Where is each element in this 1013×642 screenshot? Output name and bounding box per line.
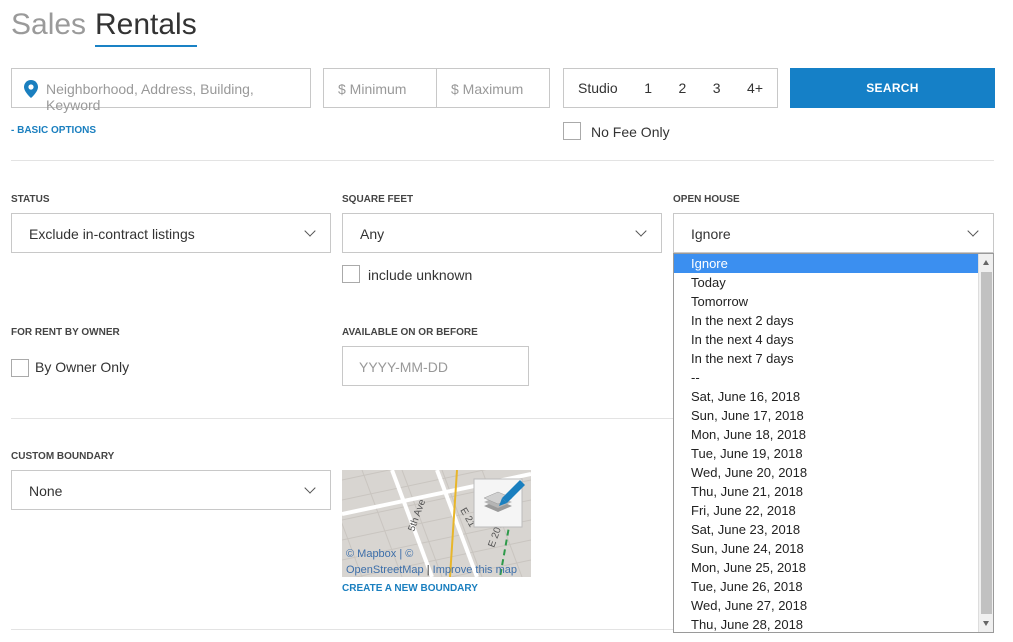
create-boundary-link[interactable]: CREATE A NEW BOUNDARY [342, 583, 478, 594]
map-pin-icon [24, 80, 38, 98]
price-range: $ Minimum $ Maximum [323, 68, 550, 108]
dropdown-option[interactable]: -- [674, 368, 993, 387]
status-value: Exclude in-contract listings [29, 226, 195, 242]
beds-studio[interactable]: Studio [578, 80, 618, 96]
dropdown-option[interactable]: Fri, June 22, 2018 [674, 501, 993, 520]
dropdown-option[interactable]: Thu, June 28, 2018 [674, 615, 993, 632]
beds-2[interactable]: 2 [678, 80, 686, 96]
scroll-up-arrow-icon[interactable] [983, 260, 989, 265]
boundary-label: CUSTOM BOUNDARY [11, 451, 115, 462]
location-search-input[interactable]: Neighborhood, Address, Building, Keyword [11, 68, 311, 113]
scroll-thumb[interactable] [981, 272, 992, 614]
open-house-select[interactable]: Ignore [673, 213, 994, 253]
tab-rentals[interactable]: Rentals [95, 8, 197, 47]
search-button[interactable]: SEARCH [790, 68, 995, 108]
dropdown-option[interactable]: Wed, June 27, 2018 [674, 596, 993, 615]
dropdown-option[interactable]: In the next 4 days [674, 330, 993, 349]
beds-1[interactable]: 1 [644, 80, 652, 96]
chevron-down-icon [635, 225, 647, 237]
location-placeholder: Neighborhood, Address, Building, Keyword [46, 81, 254, 113]
boundary-value: None [29, 483, 63, 499]
dropdown-option[interactable]: Sun, June 17, 2018 [674, 406, 993, 425]
dropdown-option[interactable]: In the next 7 days [674, 349, 993, 368]
bedrooms-selector: Studio 1 2 3 4+ [563, 68, 778, 108]
sqft-value: Any [360, 226, 385, 242]
chevron-down-icon [967, 225, 979, 237]
by-owner-label: FOR RENT BY OWNER [11, 327, 120, 338]
dropdown-options: Ignore Today Tomorrow In the next 2 days In … [674, 254, 993, 632]
dropdown-option[interactable]: In the next 2 days [674, 311, 993, 330]
tab-sales[interactable]: Sales [11, 8, 86, 42]
no-fee-checkbox[interactable] [563, 122, 581, 140]
dropdown-option[interactable]: Sun, June 24, 2018 [674, 539, 993, 558]
by-owner-option-label: By Owner Only [35, 359, 130, 375]
improve-map-link[interactable]: Improve this map [433, 564, 517, 576]
beds-4plus[interactable]: 4+ [747, 80, 763, 96]
map-credit-osm[interactable]: OpenStreetMap [346, 564, 424, 576]
sqft-select[interactable]: Any [342, 213, 662, 253]
boundary-map-thumbnail[interactable]: 5th Ave E 21 E 20th St © Mapbox | © Open… [342, 470, 531, 577]
chevron-down-icon [304, 225, 316, 237]
date-placeholder: YYYY-MM-DD [359, 359, 448, 375]
price-max-input[interactable]: $ Maximum [437, 69, 549, 107]
by-owner-checkbox[interactable] [11, 359, 29, 377]
divider [11, 629, 673, 630]
dropdown-option[interactable]: Wed, June 20, 2018 [674, 463, 993, 482]
no-fee-label: No Fee Only [591, 124, 670, 140]
boundary-select[interactable]: None [11, 470, 331, 510]
dropdown-option[interactable]: Tue, June 26, 2018 [674, 577, 993, 596]
price-min-input[interactable]: $ Minimum [324, 69, 437, 107]
map-credit-separator: | [423, 564, 433, 576]
sqft-label: SQUARE FEET [342, 194, 414, 205]
open-house-value: Ignore [691, 226, 731, 242]
status-label: STATUS [11, 194, 50, 205]
dropdown-option[interactable]: Sat, June 23, 2018 [674, 520, 993, 539]
scroll-down-arrow-icon[interactable] [983, 621, 989, 626]
beds-3[interactable]: 3 [713, 80, 721, 96]
open-house-dropdown-list[interactable]: Ignore Today Tomorrow In the next 2 days In … [673, 253, 994, 633]
dropdown-option[interactable]: Tomorrow [674, 292, 993, 311]
include-unknown-checkbox[interactable] [342, 265, 360, 283]
available-date-input[interactable]: YYYY-MM-DD [342, 346, 529, 386]
dropdown-option[interactable]: Thu, June 21, 2018 [674, 482, 993, 501]
dropdown-option[interactable]: Today [674, 273, 993, 292]
dropdown-option[interactable]: Mon, June 18, 2018 [674, 425, 993, 444]
map-credit-mapbox[interactable]: © Mapbox | © [346, 546, 517, 562]
include-unknown-label: include unknown [368, 267, 473, 283]
divider [11, 418, 673, 419]
status-select[interactable]: Exclude in-contract listings [11, 213, 331, 253]
map-attribution: © Mapbox | © OpenStreetMap | Improve thi… [346, 546, 517, 577]
basic-options-link[interactable]: - BASIC OPTIONS [11, 125, 96, 136]
dropdown-option[interactable]: Sat, June 16, 2018 [674, 387, 993, 406]
open-house-label: OPEN HOUSE [673, 194, 740, 205]
available-label: AVAILABLE ON OR BEFORE [342, 327, 478, 338]
divider [11, 160, 994, 161]
dropdown-option[interactable]: Tue, June 19, 2018 [674, 444, 993, 463]
chevron-down-icon [304, 482, 316, 494]
dropdown-option[interactable]: Mon, June 25, 2018 [674, 558, 993, 577]
dropdown-option[interactable]: Ignore [674, 254, 993, 273]
dropdown-scrollbar[interactable] [978, 254, 993, 632]
